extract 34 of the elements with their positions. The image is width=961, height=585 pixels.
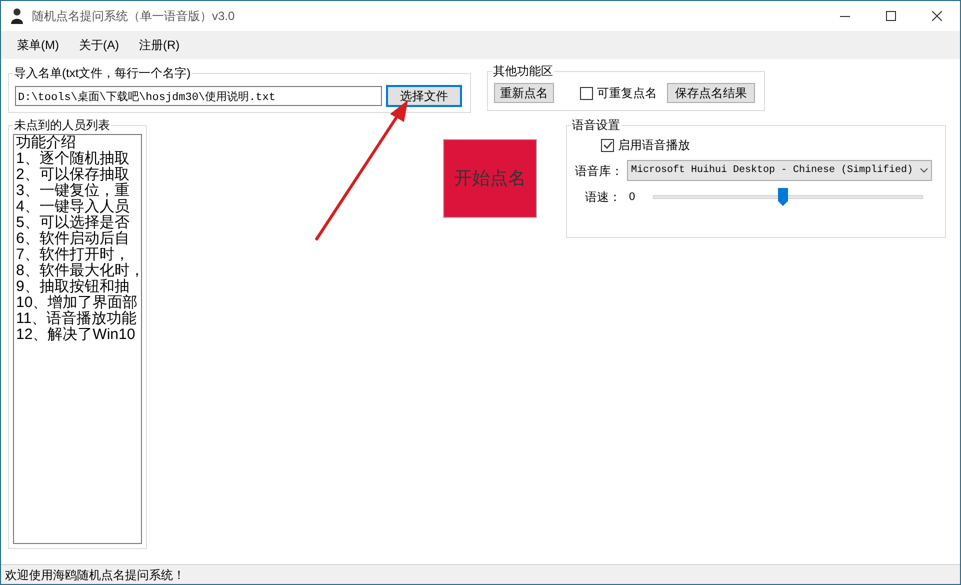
status-text: 欢迎使用海鸥随机点名提问系统！ [5, 566, 185, 584]
speed-label: 语速： [585, 189, 622, 206]
list-line: 10、增加了界面部 [16, 295, 139, 311]
group-title: 语音设置 [571, 117, 621, 133]
choose-file-button[interactable]: 选择文件 [386, 85, 462, 107]
checkbox-label: 启用语音播放 [618, 137, 690, 154]
menu-item[interactable]: 关于(A) [71, 36, 127, 54]
list-line: 功能介绍 [16, 135, 77, 151]
list-line: 11、语音播放功能 [16, 311, 138, 327]
list-box[interactable]: 功能介绍 1、逐个随机抽取 2、可以保存抽取 3、一键复位，重 4、一键导入人员 5、可以选择是否 6、软件启动后自 7、软件打开时， 8、软件最大化时， 9、抽取按钮和抽 10、增加了界面部 11、语音播放功能 12、解决了Win10 [13, 134, 142, 544]
menu-item[interactable]: 菜单(M) [9, 36, 67, 54]
list-line: 7、软件打开时， [16, 247, 130, 263]
menu-item[interactable]: 注册(R) [131, 36, 188, 54]
voice-library-dropdown[interactable]: Microsoft Huihui Desktop - Chinese (Simplified) [627, 160, 932, 181]
checkbox-label: 可重复点名 [597, 85, 657, 102]
dropdown-value: Microsoft Huihui Desktop - Chinese (Simplified) [631, 164, 914, 178]
list-line: 12、解决了Win10 [16, 327, 136, 343]
speed-value: 0 [629, 190, 636, 205]
group-title: 未点到的人员列表 [13, 117, 111, 133]
list-line: 8、软件最大化时， [16, 263, 141, 279]
list-line: 5、可以选择是否 [16, 215, 130, 231]
list-line: 4、一键导入人员 [16, 199, 130, 215]
reset-button[interactable]: 重新点名 [494, 83, 554, 103]
list-line: 1、逐个随机抽取 [16, 151, 130, 167]
save-results-button[interactable]: 保存点名结果 [667, 83, 755, 103]
list-line: 9、抽取按钮和抽 [16, 279, 130, 295]
file-path-field[interactable]: D:\tools\桌面\下载吧\hosjdm30\使用说明.txt [15, 86, 382, 106]
library-label: 语音库： [575, 162, 624, 180]
list-line: 2、可以保存抽取 [16, 167, 130, 183]
window-title: 随机点名提问系统（单一语音版）v3.0 [32, 8, 235, 25]
group-title: 导入名单(txt文件，每行一个名字) [13, 65, 192, 81]
group-title: 其他功能区 [492, 63, 554, 79]
list-line: 3、一键复位，重 [16, 183, 130, 199]
list-line: 6、软件启动后自 [16, 231, 130, 247]
